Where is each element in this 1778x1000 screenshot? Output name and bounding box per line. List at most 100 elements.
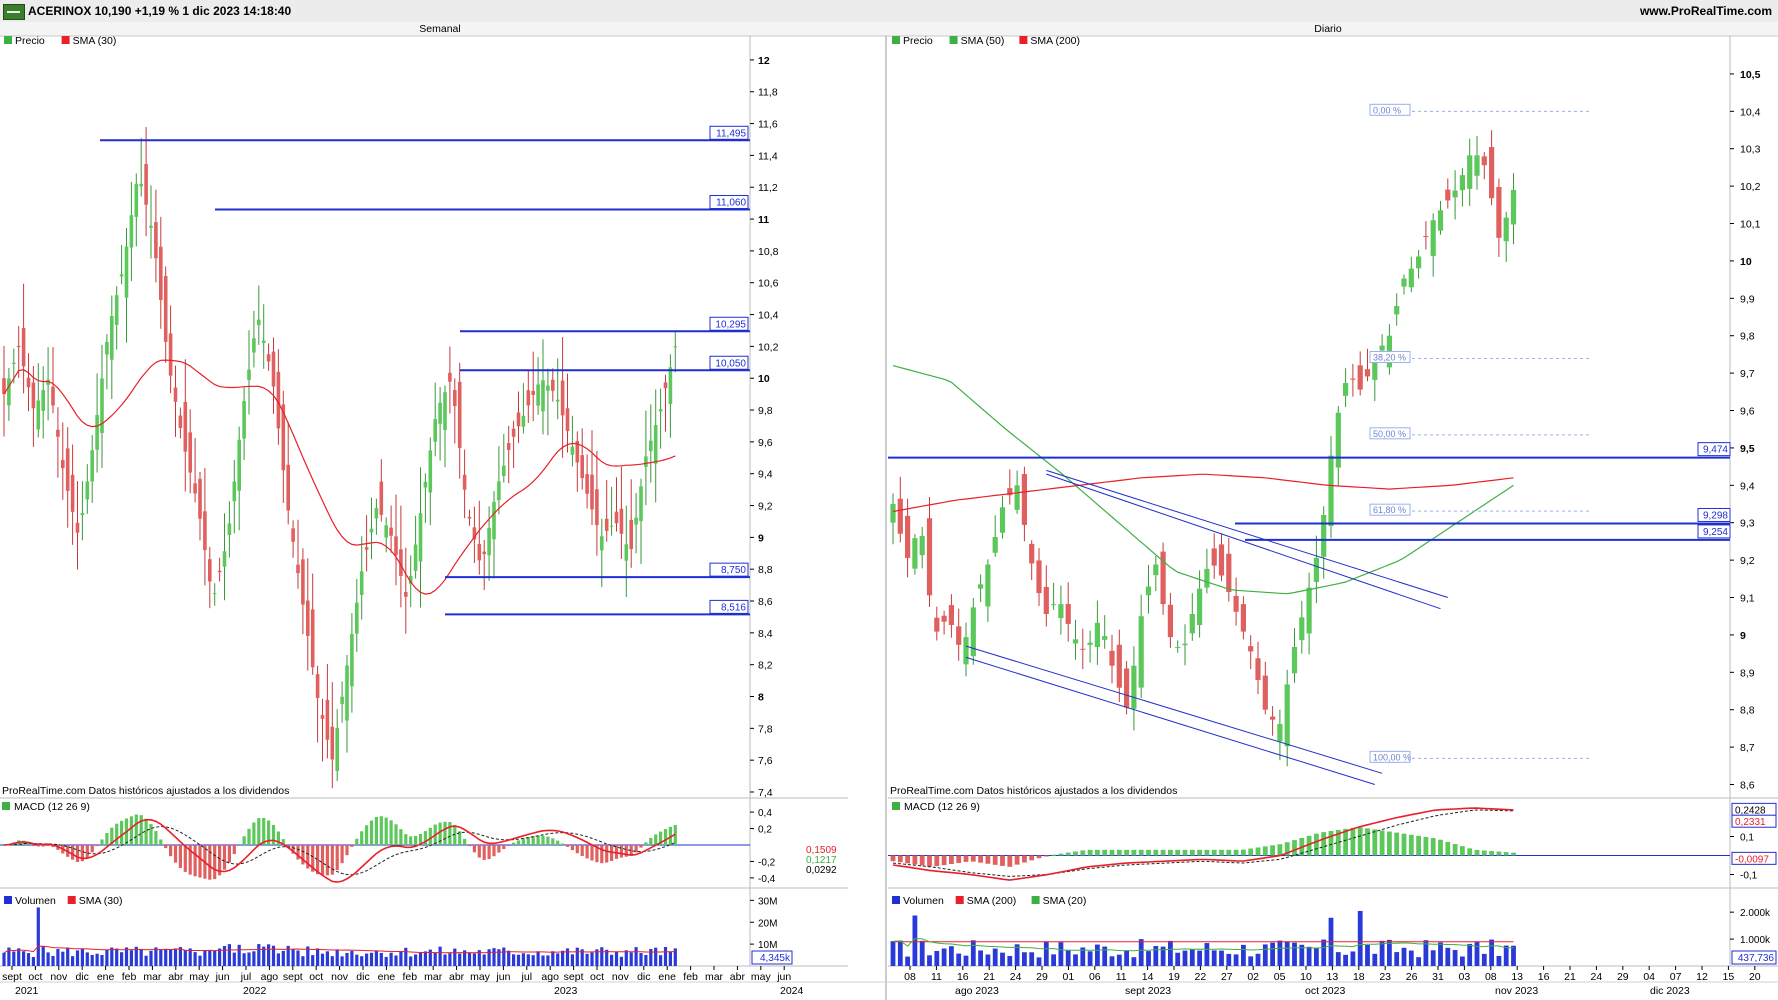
daily-candle-body	[1357, 365, 1363, 390]
weekly-macd-hist-bar	[330, 845, 334, 875]
daily-volume-bar	[1007, 955, 1013, 966]
daily-volume-bar	[1343, 954, 1348, 966]
weekly-macd-hist-bar	[31, 845, 35, 846]
weekly-candle-body	[433, 419, 437, 442]
weekly-macd-hist-bar	[619, 845, 623, 858]
weekly-volume-bar	[668, 951, 672, 966]
weekly-volume-bar	[257, 944, 261, 966]
weekly-candle-body	[467, 516, 472, 519]
weekly-candle-body	[26, 377, 31, 388]
weekly-volume-bar	[90, 954, 94, 966]
daily-macd-hist-bar	[1036, 855, 1042, 859]
daily-volume-bar	[1452, 950, 1458, 966]
weekly-macd-hist-bar	[95, 845, 99, 847]
weekly-price-tick-label: 11	[758, 214, 769, 226]
daily-macd-hist-bar	[1226, 849, 1232, 856]
weekly-macd-hist-bar	[105, 832, 109, 845]
weekly-candle-body	[639, 486, 643, 522]
weekly-volume-bar	[399, 951, 403, 966]
daily-volume-bar	[1146, 951, 1151, 966]
daily-candle-body	[1087, 642, 1093, 645]
chart-area[interactable]: Precio SMA (30) 12 11,8 11,6 11,4 11,2 11 10,8 10…	[0, 22, 1778, 1000]
weekly-volume-bar	[120, 952, 124, 966]
daily-macd-hist-bar	[1255, 847, 1261, 856]
weekly-macd-hist-bar	[227, 845, 231, 863]
weekly-volume-bar	[115, 948, 119, 966]
weekly-candle-body	[85, 481, 90, 500]
weekly-macd-hist-bar	[325, 845, 329, 876]
weekly-volume-bar	[644, 954, 648, 966]
daily-candle-body	[1197, 588, 1203, 626]
daily-volume-bar	[1372, 953, 1378, 966]
daily-volume-bar	[1168, 940, 1173, 966]
weekly-candle-body	[266, 354, 271, 362]
weekly-macd-hist-bar	[374, 816, 378, 845]
daily-volume-tag: 437,736	[1738, 953, 1775, 964]
weekly-month-label: ene	[378, 971, 396, 983]
weekly-candle-body	[95, 415, 99, 450]
daily-sma50-line	[892, 365, 1514, 595]
daily-channel-lower	[965, 645, 1383, 774]
weekly-candle-body	[673, 346, 678, 348]
daily-volume-bar	[1043, 941, 1049, 966]
weekly-price-tick-label: 8,6	[758, 596, 773, 608]
site-link[interactable]: www.ProRealTime.com	[1640, 4, 1772, 18]
weekly-candle-body	[124, 246, 129, 298]
daily-day-label: 23	[1379, 971, 1391, 983]
daily-candle-body	[1270, 716, 1276, 720]
weekly-macd-hist-bar	[605, 845, 609, 863]
daily-price-tick-label: 9,5	[1740, 443, 1755, 455]
daily-candle-body	[1350, 378, 1356, 380]
weekly-volume-bar	[619, 956, 623, 966]
daily-candle-body	[1291, 647, 1298, 674]
weekly-macd-hist-bar	[360, 831, 364, 845]
weekly-volume-bar	[51, 955, 55, 966]
weekly-volume-bar	[423, 951, 427, 966]
weekly-candle-body	[551, 379, 555, 391]
weekly-macd-hist-bar	[71, 845, 75, 860]
daily-volume-legend-label-2: SMA (20)	[1043, 895, 1087, 907]
weekly-volume-bar	[169, 949, 173, 966]
weekly-candle-body	[506, 443, 511, 450]
weekly-macd-hist-bar	[472, 845, 476, 853]
weekly-volume-bar	[379, 952, 383, 966]
weekly-volume-bar	[301, 956, 305, 966]
daily-volume-bar	[1489, 939, 1494, 966]
daily-volume-bar	[1306, 946, 1312, 966]
weekly-candle-body	[355, 602, 359, 634]
weekly-volume-bar	[291, 949, 295, 966]
weekly-candle-body	[335, 728, 339, 771]
daily-macd-hist-bar	[1022, 855, 1027, 863]
weekly-volume-bar	[31, 957, 35, 966]
weekly-month-label: jun	[215, 971, 230, 983]
daily-macd-value-tag: -0,0097	[1735, 854, 1769, 865]
weekly-macd-hist-bar	[565, 845, 570, 847]
daily-channel-lower-2	[965, 656, 1375, 785]
daily-candle-body	[1474, 155, 1480, 176]
daily-candle-body	[1255, 658, 1261, 681]
daily-macd-hist-bar	[890, 855, 896, 862]
daily-candle-body	[1058, 604, 1064, 619]
weekly-volume-bar	[183, 949, 187, 966]
weekly-volume-bar	[85, 952, 89, 966]
daily-macd-hist-bar	[1146, 849, 1151, 856]
weekly-macd-hist-bar	[222, 845, 227, 870]
daily-volume-bar	[1000, 952, 1005, 966]
ticker-quote: ACERINOX 10,190 +1,19 % 1 dic 2023 14:18…	[28, 4, 292, 18]
daily-macd-hist-bar	[1314, 833, 1319, 856]
weekly-candle-body	[168, 333, 173, 376]
daily-volume-bar	[985, 954, 991, 966]
weekly-macd-tick-label: 0,2	[758, 825, 772, 836]
daily-day-label: 06	[1089, 971, 1101, 983]
weekly-macd-hist-bar	[600, 845, 604, 864]
weekly-candle-body	[389, 527, 393, 536]
daily-macd-hist-bar	[978, 855, 983, 863]
weekly-price-legend-label-1: SMA (30)	[73, 35, 117, 47]
weekly-macd-hist-bar	[379, 816, 383, 845]
daily-macd-hist-bar	[1058, 853, 1064, 856]
weekly-volume-bar	[654, 947, 658, 966]
weekly-candle-body	[134, 183, 139, 217]
weekly-macd-hist-bar	[154, 831, 158, 845]
weekly-month-label: dic	[356, 971, 369, 983]
weekly-month-label: sept	[2, 971, 22, 983]
